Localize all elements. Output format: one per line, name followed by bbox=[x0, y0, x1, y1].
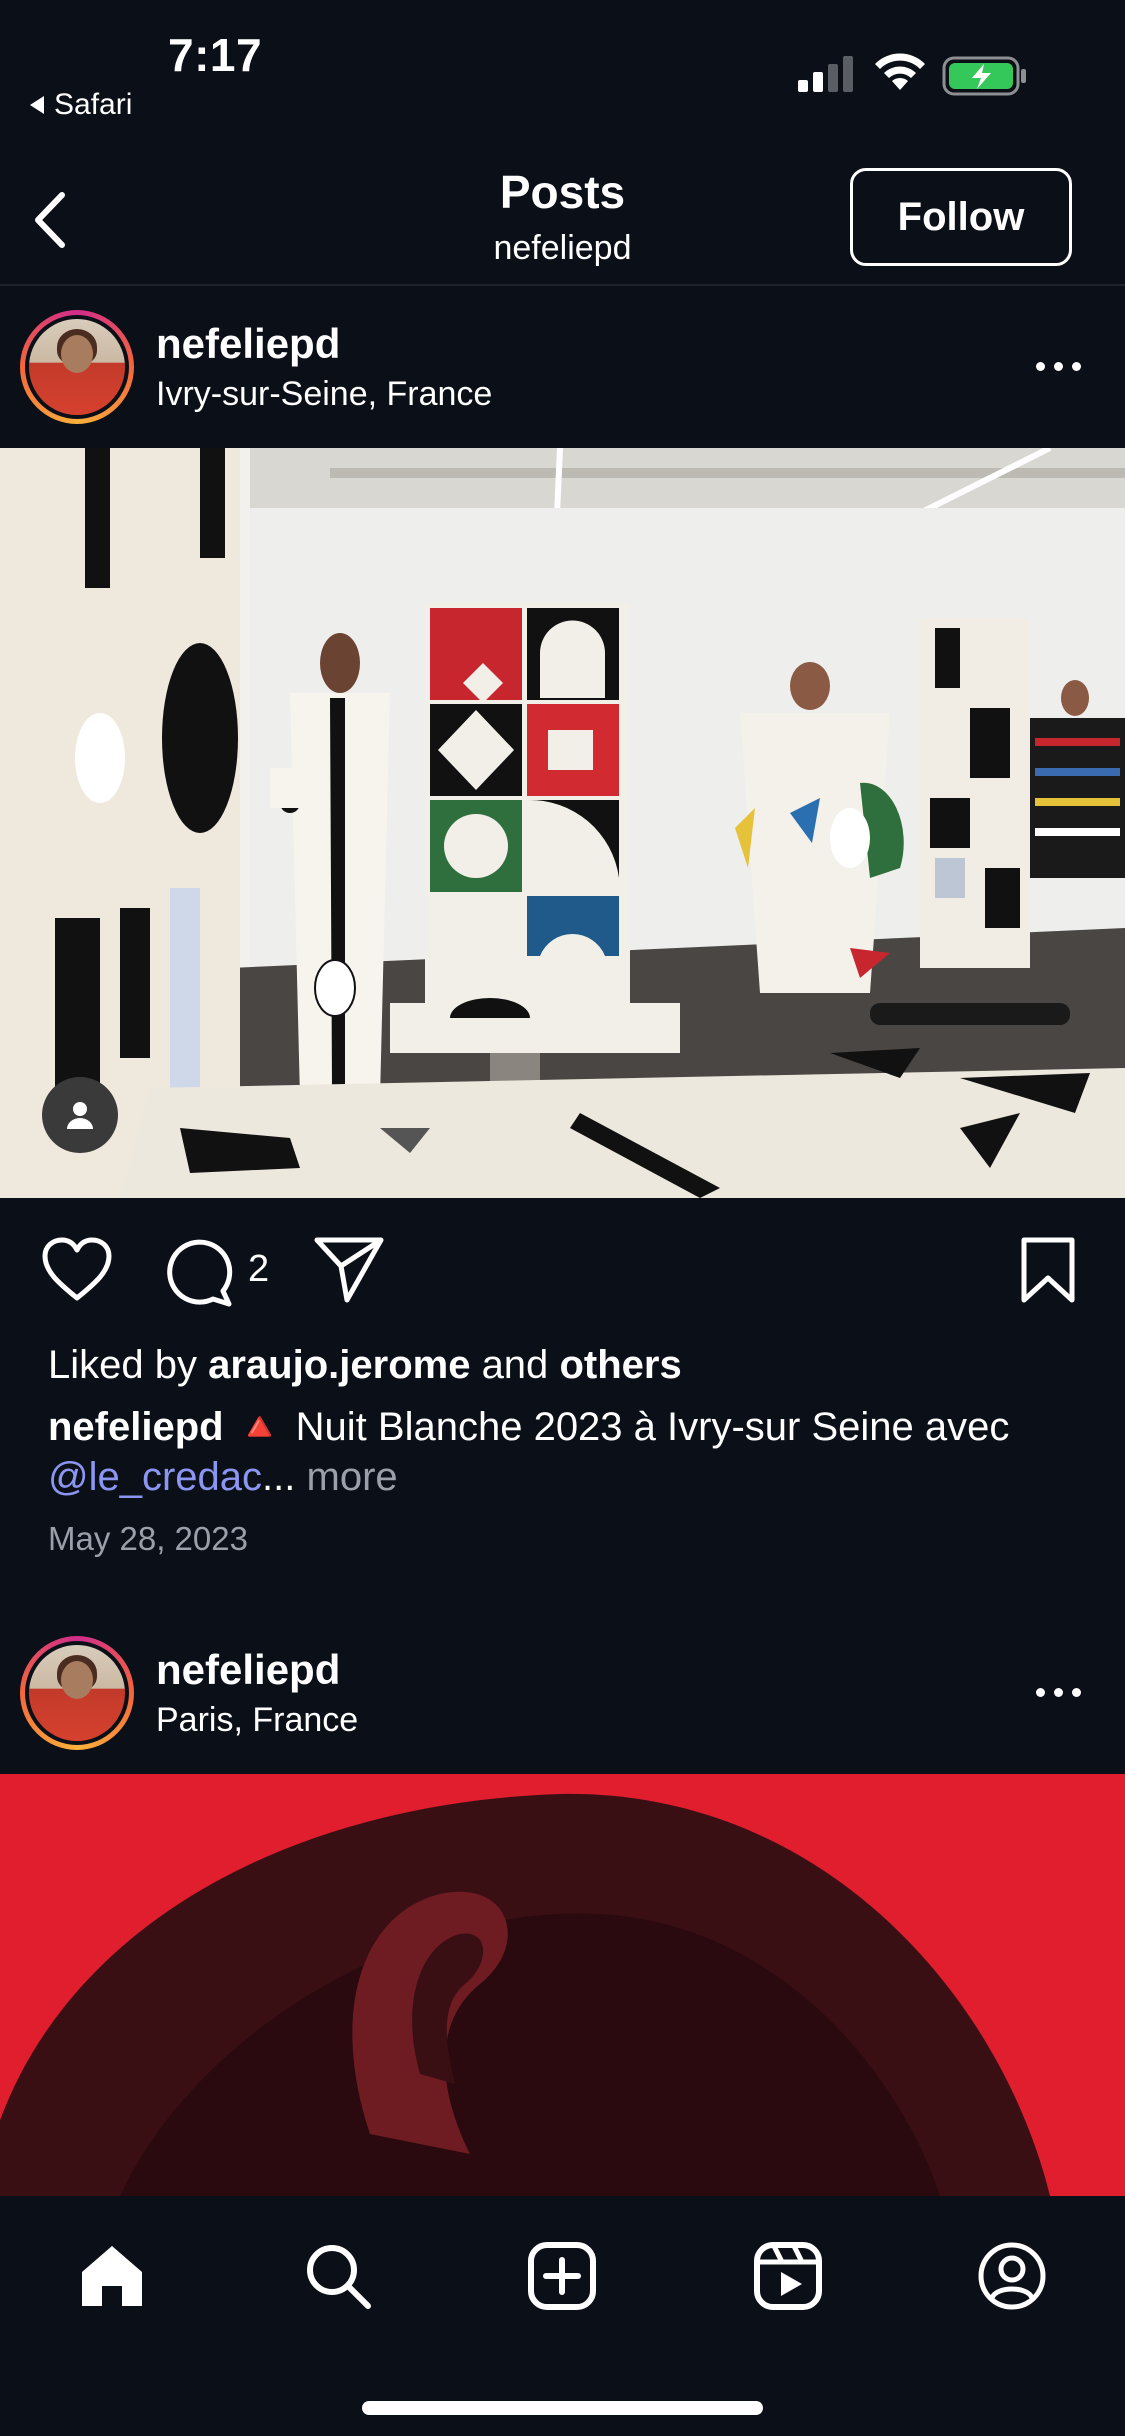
post2-avatar[interactable] bbox=[20, 1636, 134, 1750]
post1-image[interactable] bbox=[0, 448, 1125, 1198]
comment-count: 2 bbox=[248, 1248, 270, 1290]
post2-more-options-icon[interactable] bbox=[1036, 1688, 1081, 1697]
create-icon bbox=[528, 2242, 596, 2310]
post1-username[interactable]: nefeliepd bbox=[156, 320, 340, 368]
like-heart-icon[interactable] bbox=[40, 1236, 114, 1302]
search-icon bbox=[307, 2245, 371, 2309]
reels-icon bbox=[754, 2242, 822, 2310]
post2-image[interactable] bbox=[0, 1774, 1125, 2196]
caption-more-link[interactable]: more bbox=[307, 1455, 398, 1499]
liked-user[interactable]: araujo.jerome bbox=[208, 1343, 470, 1387]
tab-create[interactable] bbox=[522, 2236, 602, 2316]
tab-bar bbox=[0, 2196, 1125, 2436]
tab-reels[interactable] bbox=[748, 2236, 828, 2316]
caption-ellipsis: ... bbox=[262, 1455, 296, 1499]
wifi-icon bbox=[875, 53, 925, 90]
tab-profile[interactable] bbox=[972, 2236, 1052, 2316]
home-icon bbox=[82, 2246, 142, 2306]
comment-icon[interactable] bbox=[163, 1236, 235, 1308]
caption-emoji: 🔺 bbox=[234, 1405, 285, 1449]
tab-home[interactable] bbox=[72, 2236, 152, 2316]
post2-username[interactable]: nefeliepd bbox=[156, 1646, 340, 1694]
tab-search[interactable] bbox=[298, 2236, 378, 2316]
back-to-safari[interactable]: Safari bbox=[30, 88, 132, 122]
liked-prefix: Liked by bbox=[48, 1343, 197, 1387]
caption-text: Nuit Blanche 2023 à Ivry-sur Seine avec bbox=[295, 1405, 1010, 1449]
battery-charging-icon bbox=[942, 56, 1026, 96]
share-send-icon[interactable] bbox=[313, 1234, 385, 1304]
liked-by-line[interactable]: Liked by araujo.jerome and others bbox=[48, 1343, 682, 1388]
person-icon bbox=[67, 1102, 93, 1129]
home-indicator[interactable] bbox=[362, 2401, 763, 2415]
liked-others[interactable]: others bbox=[559, 1343, 681, 1387]
save-bookmark-icon[interactable] bbox=[1018, 1236, 1078, 1306]
cellular-signal-icon bbox=[798, 56, 853, 92]
post1-location[interactable]: Ivry-sur-Seine, France bbox=[156, 375, 492, 414]
status-time: 7:17 bbox=[168, 29, 263, 81]
caption-username[interactable]: nefeliepd bbox=[48, 1405, 224, 1449]
gallery-photo bbox=[0, 448, 1125, 1198]
post1-avatar[interactable] bbox=[20, 310, 134, 424]
tagged-users-button[interactable] bbox=[42, 1077, 118, 1153]
follow-button[interactable]: Follow bbox=[850, 168, 1072, 266]
back-triangle-icon bbox=[30, 96, 44, 114]
post1-more-options-icon[interactable] bbox=[1036, 362, 1081, 371]
back-app-label: Safari bbox=[54, 88, 133, 121]
post1-caption: nefeliepd 🔺 Nuit Blanche 2023 à Ivry-sur… bbox=[48, 1402, 1088, 1502]
post2-location[interactable]: Paris, France bbox=[156, 1701, 358, 1740]
header-divider bbox=[0, 284, 1125, 286]
post1-date: May 28, 2023 bbox=[48, 1520, 248, 1557]
red-photo bbox=[0, 1774, 1125, 2196]
profile-icon bbox=[978, 2242, 1046, 2310]
liked-and: and bbox=[481, 1343, 549, 1387]
caption-mention[interactable]: @le_credac bbox=[48, 1455, 262, 1499]
